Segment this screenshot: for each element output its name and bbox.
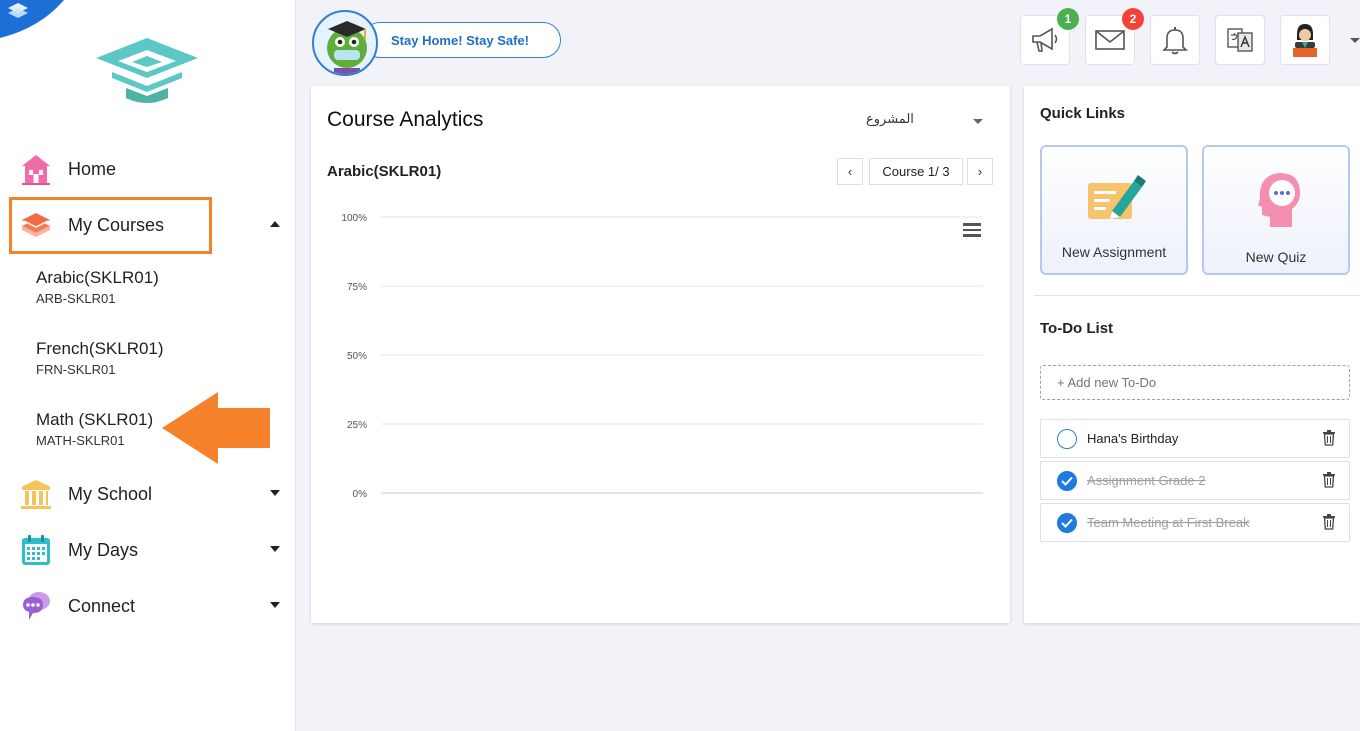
school-logo-icon: [96, 38, 198, 103]
todo-checkbox[interactable]: [1057, 428, 1077, 449]
todo-checkbox-checked[interactable]: [1057, 470, 1077, 491]
todo-text: Team Meeting at First Break: [1087, 515, 1250, 530]
y-tick-label: 100%: [341, 213, 367, 224]
y-tick-label: 25%: [347, 420, 367, 431]
todo-checkbox-checked[interactable]: [1057, 512, 1077, 533]
divider: [1034, 295, 1360, 296]
new-quiz-label: New Quiz: [1245, 249, 1307, 265]
new-assignment-label: New Assignment: [1061, 244, 1167, 260]
sidebar-item-home[interactable]: Home: [16, 145, 286, 193]
chevron-up-icon[interactable]: [270, 221, 280, 227]
todo-item: Team Meeting at First Break: [1040, 503, 1350, 542]
school-building-icon: [16, 476, 56, 512]
bell-icon: [1162, 27, 1188, 55]
course-name: French(SKLR01): [36, 339, 164, 358]
sidebar-item-my-school[interactable]: My School: [16, 470, 286, 518]
course-code: MATH-SKLR01: [36, 433, 125, 448]
banner-text: Stay Home! Stay Safe!: [391, 32, 529, 48]
sidebar-item-label: My Courses: [68, 214, 165, 235]
language-button[interactable]: [1215, 15, 1265, 65]
course-analytics-chart: 100% 75% 50% 25% 0%: [341, 213, 983, 500]
mascot-graduate-icon: [312, 10, 378, 76]
sidebar-item-label: My School: [68, 483, 153, 504]
sidebar-item-label: My Days: [68, 539, 139, 560]
prev-course-button[interactable]: ‹: [837, 158, 863, 185]
chat-bubbles-icon: [16, 588, 56, 624]
todo-item: Assignment Grade 2: [1040, 461, 1350, 500]
chevron-down-icon[interactable]: [270, 490, 280, 496]
books-icon: [16, 207, 56, 243]
analytics-type-select[interactable]: المشروع: [866, 111, 986, 133]
calendar-icon: [16, 532, 56, 568]
course-name: Math (SKLR01): [36, 410, 154, 429]
course-analytics-title: Course Analytics: [327, 108, 484, 131]
course-link-math[interactable]: Math (SKLR01) MATH-SKLR01: [36, 410, 153, 448]
assignment-pen-icon: [1088, 175, 1146, 219]
quick-links-title: Quick Links: [1040, 105, 1126, 122]
stay-safe-banner-button[interactable]: Stay Home! Stay Safe!: [362, 22, 561, 58]
sidebar: Home My Courses Arabic(SKLR01) ARB-SKLR0…: [0, 0, 296, 731]
course-analytics-card: Course Analytics المشروع Arabic(SKLR01) …: [311, 86, 1010, 623]
profile-menu-chevron-icon[interactable]: [1350, 38, 1360, 43]
trash-icon[interactable]: [1323, 514, 1335, 530]
messages-button[interactable]: 2: [1085, 8, 1144, 65]
add-todo-input[interactable]: [1040, 365, 1350, 400]
quiz-head-thought-icon: [1258, 173, 1300, 227]
new-assignment-button[interactable]: New Assignment: [1040, 145, 1188, 275]
next-course-button[interactable]: ›: [967, 158, 993, 185]
todo-list-title: To-Do List: [1040, 320, 1114, 337]
corner-logo-icon: [0, 0, 64, 38]
chevron-down-icon[interactable]: [270, 546, 280, 552]
course-name: Arabic(SKLR01): [36, 268, 159, 287]
course-pager-label: Course 1/ 3: [869, 158, 963, 185]
home-icon: [16, 151, 56, 187]
orange-arrow-annotation-icon: [162, 392, 270, 464]
check-icon: [1061, 476, 1073, 486]
course-code: ARB-SKLR01: [36, 291, 116, 306]
sidebar-item-my-courses[interactable]: My Courses: [16, 201, 286, 249]
y-tick-label: 50%: [347, 351, 367, 362]
course-link-french[interactable]: French(SKLR01) FRN-SKLR01: [36, 339, 164, 377]
messages-badge: 2: [1122, 8, 1144, 30]
notifications-button[interactable]: [1150, 15, 1200, 65]
avatar: [1293, 24, 1317, 57]
chart-menu-icon[interactable]: [963, 223, 981, 237]
sidebar-item-connect[interactable]: Connect: [16, 582, 286, 630]
chevron-down-icon: [973, 119, 983, 124]
selected-course-name: Arabic(SKLR01): [327, 163, 442, 180]
right-panel: Quick Links New Assignment New Quiz To-D…: [1024, 86, 1360, 623]
translate-icon: [1227, 28, 1253, 52]
chevron-down-icon[interactable]: [270, 602, 280, 608]
new-quiz-button[interactable]: New Quiz: [1202, 145, 1350, 275]
analytics-select-value: المشروع: [866, 111, 914, 126]
todo-text: Hana's Birthday: [1087, 431, 1179, 446]
sidebar-item-label: Home: [68, 158, 117, 179]
trash-icon[interactable]: [1323, 430, 1335, 446]
course-link-arabic[interactable]: Arabic(SKLR01) ARB-SKLR01: [36, 268, 159, 306]
y-tick-label: 0%: [353, 489, 368, 500]
sidebar-item-my-days[interactable]: My Days: [16, 526, 286, 574]
sidebar-item-label: Connect: [68, 595, 136, 616]
y-tick-label: 75%: [347, 282, 367, 293]
check-icon: [1061, 518, 1073, 528]
course-code: FRN-SKLR01: [36, 362, 116, 377]
announcements-badge: 1: [1057, 8, 1079, 30]
profile-button[interactable]: [1280, 15, 1330, 65]
announcements-button[interactable]: 1: [1020, 8, 1079, 65]
megaphone-icon: [1032, 27, 1058, 52]
todo-text: Assignment Grade 2: [1087, 473, 1206, 488]
trash-icon[interactable]: [1323, 472, 1335, 488]
todo-item: Hana's Birthday: [1040, 419, 1350, 458]
envelope-icon: [1095, 30, 1125, 50]
